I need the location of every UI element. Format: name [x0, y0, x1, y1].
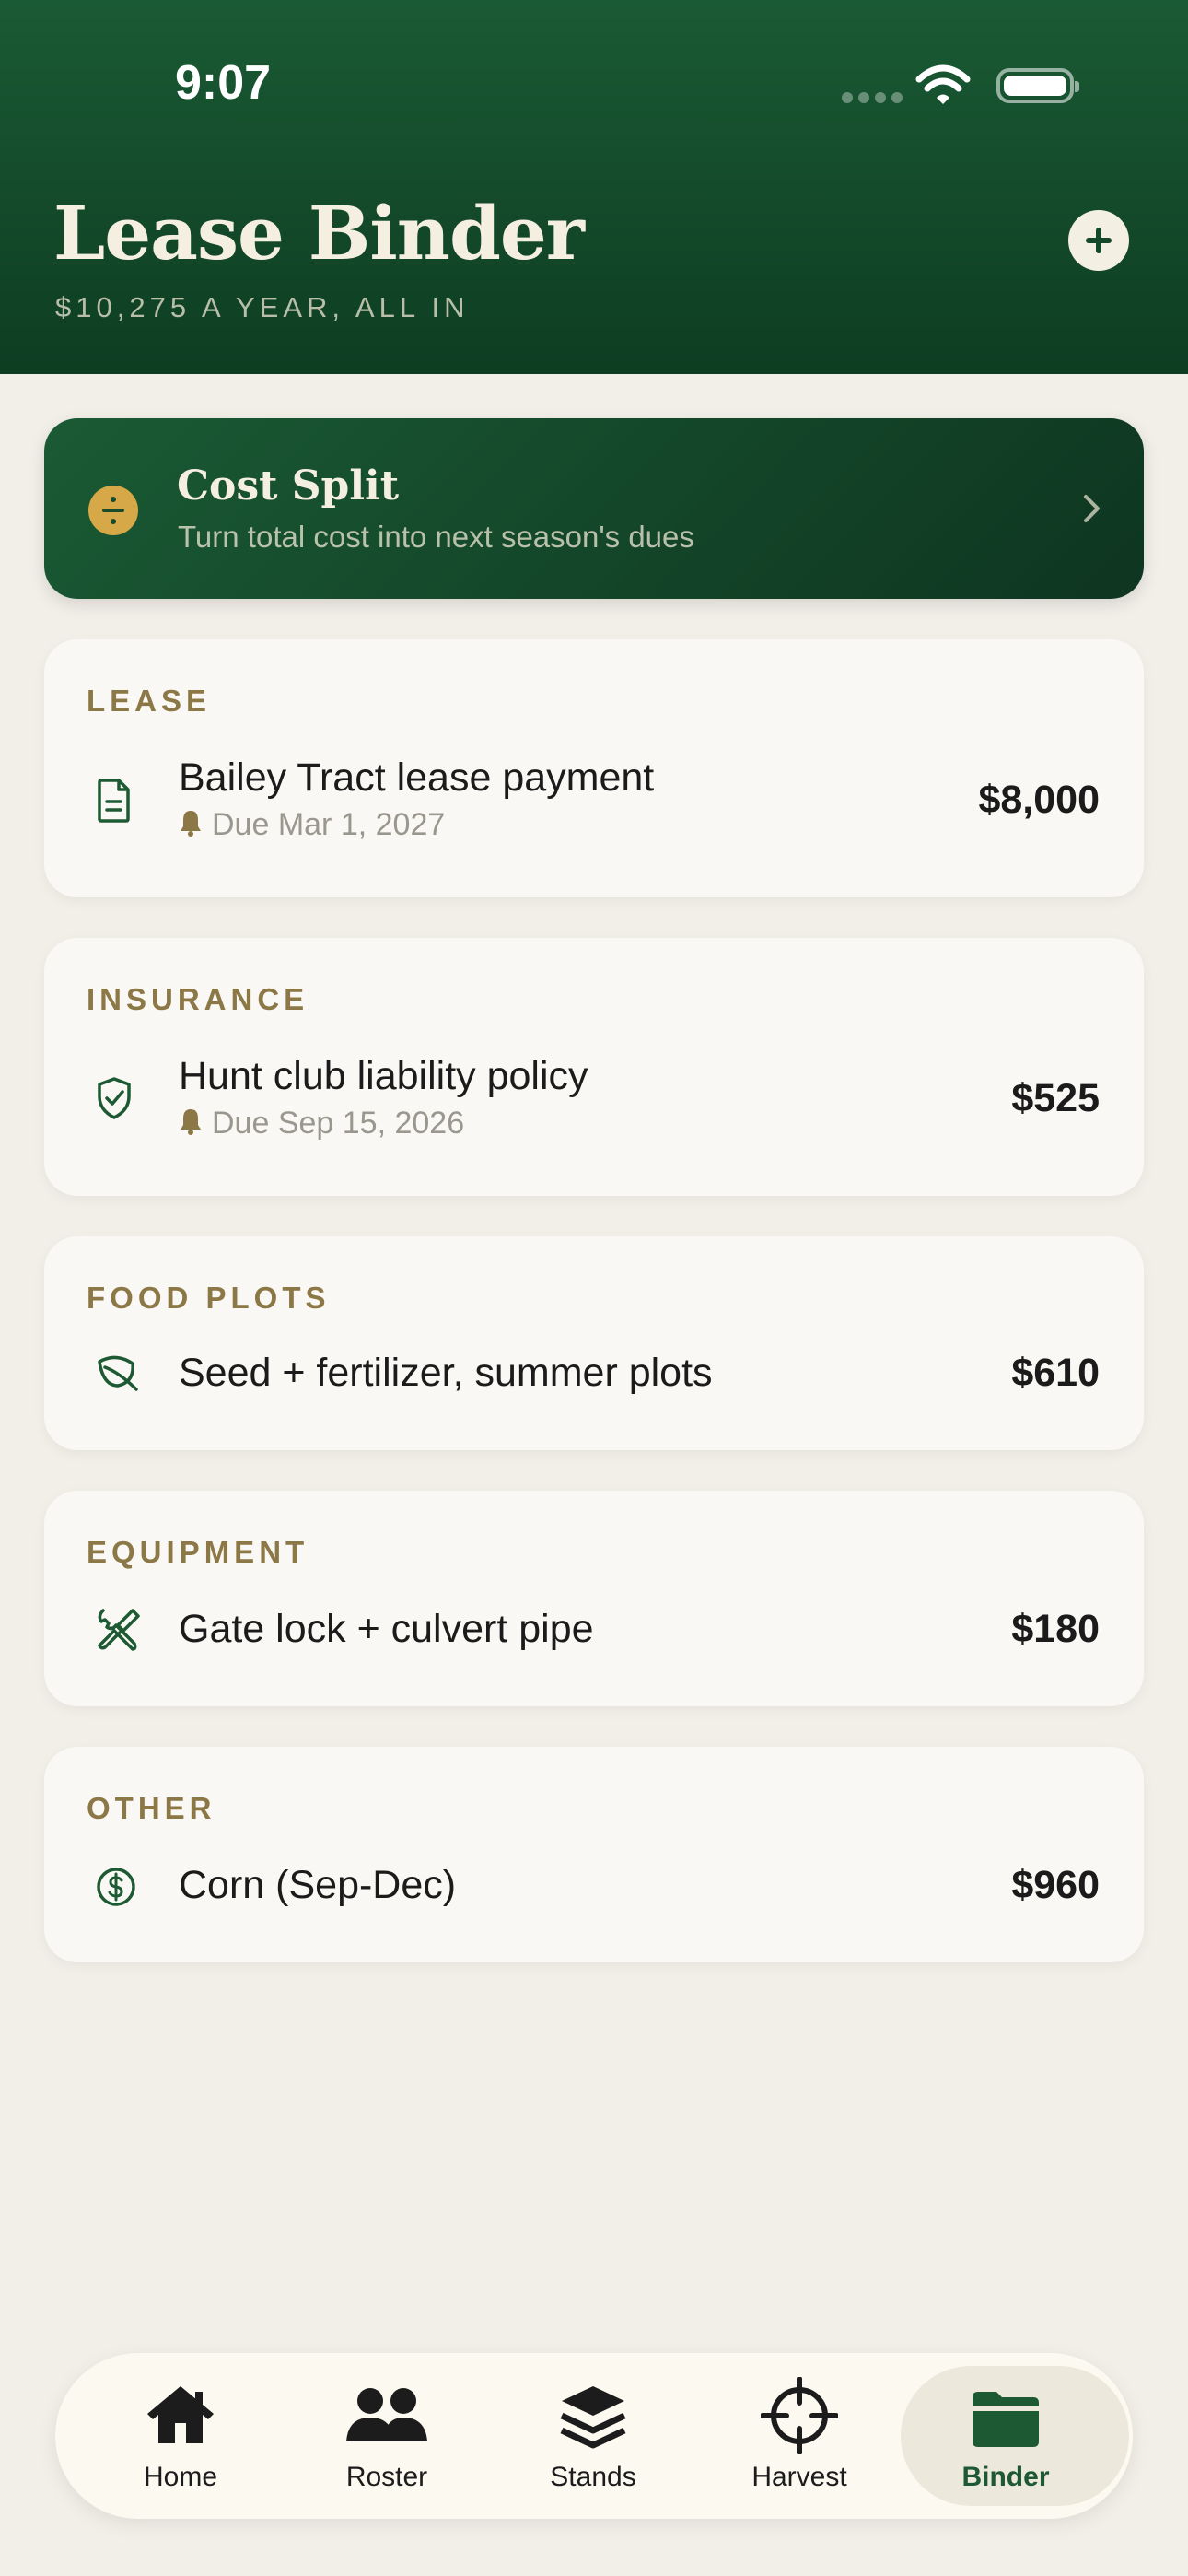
category-card-insurance: INSURANCE Hunt club liability policy Due…	[44, 938, 1144, 1196]
category-label: OTHER	[87, 1791, 216, 1825]
expense-title: Hunt club liability policy	[179, 1054, 588, 1098]
page-title: Lease Binder	[53, 190, 585, 276]
tab-label: Roster	[345, 2462, 428, 2492]
due-date-text: Due Sep 15, 2026	[212, 1106, 465, 1141]
expense-title: Corn (Sep-Dec)	[179, 1863, 457, 1907]
bell-icon	[181, 811, 201, 837]
battery-icon	[996, 68, 1079, 103]
header: 9:07 Lease Binder $10,275 A YEAR, ALL IN	[0, 0, 1188, 374]
tab-label: Binder	[961, 2462, 1050, 2492]
expense-amount: $610	[1011, 1351, 1100, 1395]
tab-label: Stands	[550, 2462, 636, 2492]
expense-amount: $8,000	[978, 778, 1100, 822]
expense-amount: $525	[1011, 1076, 1100, 1120]
tab-home[interactable]: Home	[77, 2353, 284, 2519]
tab-binder[interactable]: Binder	[901, 2353, 1129, 2519]
page-subtitle: $10,275 A YEAR, ALL IN	[55, 291, 470, 323]
layers-icon	[560, 2386, 626, 2449]
cellular-signal-icon	[842, 92, 903, 103]
category-card-equipment: EQUIPMENT Gate lock + culvert pipe $180	[44, 1491, 1144, 1706]
wifi-icon	[915, 64, 971, 104]
divide-icon	[88, 486, 138, 535]
bell-icon	[181, 1109, 201, 1135]
tab-bar: Home Roster Stands Harvest Binder	[55, 2353, 1133, 2519]
add-expense-button[interactable]	[1068, 210, 1129, 271]
shield-check-icon	[98, 1077, 131, 1119]
expense-title: Bailey Tract lease payment	[179, 755, 655, 800]
chevron-right-icon	[1084, 495, 1100, 522]
category-label: FOOD PLOTS	[87, 1281, 331, 1315]
due-date: Due Sep 15, 2026	[179, 1106, 464, 1142]
cost-split-card[interactable]: Cost Split Turn total cost into next sea…	[44, 418, 1144, 599]
status-time: 9:07	[175, 56, 272, 110]
cost-split-subtitle: Turn total cost into next season's dues	[178, 520, 694, 554]
category-label: EQUIPMENT	[87, 1535, 309, 1569]
category-card-food-plots: FOOD PLOTS Seed + fertilizer, summer plo…	[44, 1236, 1144, 1450]
expense-amount: $960	[1011, 1863, 1100, 1907]
folder-icon	[973, 2392, 1039, 2447]
dollar-circle-icon	[97, 1868, 135, 1906]
cost-split-title: Cost Split	[177, 463, 400, 509]
home-icon	[147, 2386, 214, 2443]
tab-label: Harvest	[751, 2462, 847, 2492]
leaf-icon	[98, 1355, 138, 1391]
tab-roster[interactable]: Roster	[284, 2353, 490, 2519]
expense-title: Gate lock + culvert pipe	[179, 1607, 594, 1651]
document-icon	[98, 779, 130, 823]
tab-stands[interactable]: Stands	[490, 2353, 696, 2519]
crosshair-icon	[761, 2377, 838, 2454]
category-label: LEASE	[87, 684, 212, 718]
tab-label: Home	[143, 2462, 218, 2492]
category-card-other: OTHER Corn (Sep-Dec) $960	[44, 1747, 1144, 1962]
people-icon	[346, 2388, 427, 2441]
due-date-text: Due Mar 1, 2027	[212, 807, 446, 842]
tools-icon	[98, 1609, 140, 1651]
expense-title: Seed + fertilizer, summer plots	[179, 1351, 713, 1395]
category-label: INSURANCE	[87, 982, 309, 1016]
tab-harvest[interactable]: Harvest	[696, 2353, 903, 2519]
expense-amount: $180	[1011, 1607, 1100, 1651]
category-card-lease: LEASE Bailey Tract lease payment Due Mar…	[44, 639, 1144, 897]
due-date: Due Mar 1, 2027	[179, 807, 445, 843]
